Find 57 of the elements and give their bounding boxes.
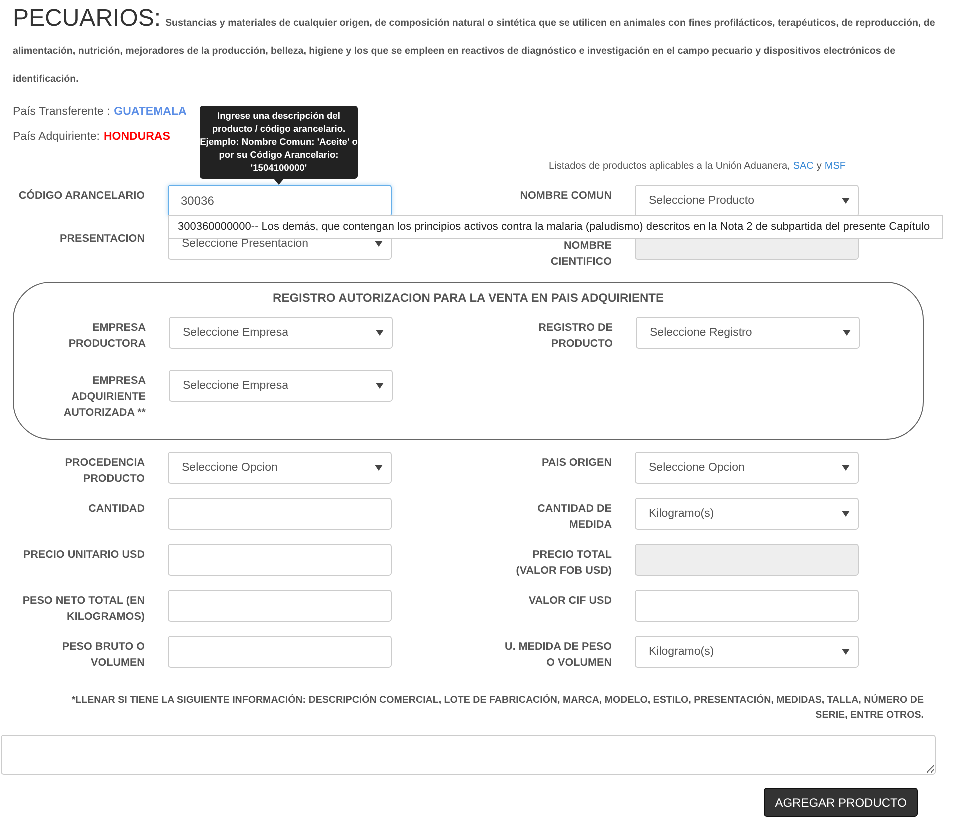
instructions-text: *LLENAR SI TIENE LA SIGUIENTE INFORMACIÓN: DESCRIPCIÓN COMERCIAL, LOTE DE FABRICACIÓN, MARCA, MODELO, ESTILO, PRESENTACIÓN, MEDIDAS, TALLA, NÚMERO DE SERIE, ENTRE OTROS. [70, 693, 925, 723]
text-field[interactable] [168, 498, 392, 530]
dropdown[interactable]: Seleccione Opcion [635, 452, 859, 484]
country-name: HONDURAS [104, 130, 170, 142]
conjunction-text: y [816, 161, 822, 174]
catalog-link[interactable]: MSF [824, 161, 846, 175]
caret-icon [842, 511, 850, 517]
field-label: EMPRESA PRODUCTORA [68, 321, 146, 352]
caret-icon [376, 330, 384, 336]
caret-icon [375, 465, 383, 471]
caret-icon [376, 383, 384, 389]
tooltip: Ingrese una descripción del producto / código arancelario. Ejemplo: Nombre Comun: 'Aceite' o por su Código Arancelario: '1504100000' [200, 106, 358, 179]
dropdown[interactable]: Seleccione Registro [636, 317, 860, 349]
text-field[interactable]: 30036 [168, 185, 392, 217]
catalog-note: Listados de productos aplicables a la Unión Aduanera, [549, 161, 790, 174]
field-label: PRECIO UNITARIO USD [22, 548, 145, 563]
text-field[interactable] [168, 636, 392, 668]
field-label: PAIS ORIGEN [541, 456, 612, 471]
caret-icon [375, 241, 383, 247]
field-label: NOMBRE CIENTIFICO [550, 239, 612, 270]
field-label: CANTIDAD [88, 502, 145, 517]
field-label: VALOR CIF USD [528, 594, 612, 609]
dropdown[interactable]: Seleccione Producto [635, 185, 859, 217]
caret-icon [842, 465, 850, 471]
dropdown[interactable]: Seleccione Opcion [168, 452, 392, 484]
dropdown[interactable]: Seleccione Empresa [169, 370, 393, 402]
caret-icon [842, 198, 850, 204]
country-label: País Transferente : [13, 106, 110, 118]
description-field[interactable] [1, 735, 936, 775]
field-label: PRECIO TOTAL (VALOR FOB USD) [515, 548, 612, 579]
tooltip-pointer-icon [274, 179, 284, 185]
category-heading: PECUARIOS: Sustancias y materiales de cualquier origen, de composición natural o sintética que se utilicen en animales con fines profilácticos, terapéuticos, de reproducción, de alimentación, nutrición, mejoradores de la producción, belleza, higiene y los que se empleen en reactivos de diagnóstico e investigación en el campo pecuario y dispositivos electrónicos de identificación. [12, 4, 936, 87]
caret-icon [843, 330, 851, 336]
text-field[interactable] [635, 544, 859, 576]
field-label: PROCEDENCIA PRODUCTO [64, 456, 145, 487]
caret-icon [842, 649, 850, 655]
country-name: GUATEMALA [114, 106, 187, 118]
field-label: PRESENTACION [59, 232, 145, 247]
text-field[interactable] [168, 590, 392, 622]
dropdown[interactable]: Seleccione Empresa [169, 317, 393, 349]
text-field[interactable] [635, 590, 859, 622]
catalog-link[interactable]: SAC [793, 161, 814, 175]
text-field[interactable] [168, 544, 392, 576]
section-title: REGISTRO AUTORIZACION PARA LA VENTA EN PAIS ADQUIRIENTE [272, 291, 665, 305]
field-label: NOMBRE COMUN [519, 189, 612, 204]
add-product-button[interactable]: AGREGAR PRODUCTO [764, 788, 918, 817]
field-label: U. MEDIDA DE PESO O VOLUMEN [504, 640, 612, 671]
field-label: CÓDIGO ARANCELARIO [18, 188, 145, 204]
dropdown[interactable]: Kilogramo(s) [635, 636, 859, 668]
field-label: PESO NETO TOTAL (EN KILOGRAMOS) [22, 594, 145, 625]
dropdown[interactable]: Kilogramo(s) [635, 498, 859, 530]
field-label: PESO BRUTO O VOLUMEN [61, 640, 145, 671]
field-label: REGISTRO DE PRODUCTO [538, 321, 613, 352]
field-label: CANTIDAD DE MEDIDA [536, 502, 612, 533]
field-label: EMPRESA ADQUIRIENTE AUTORIZADA ** [62, 374, 146, 421]
country-label: País Adquiriente: [13, 130, 100, 142]
suggestion-item[interactable]: 300360000000-- Los demás, que contengan los principios activos contra la malaria (paludismo) descritos en la Nota 2 de subpartida del presente Capítulo [169, 216, 942, 238]
